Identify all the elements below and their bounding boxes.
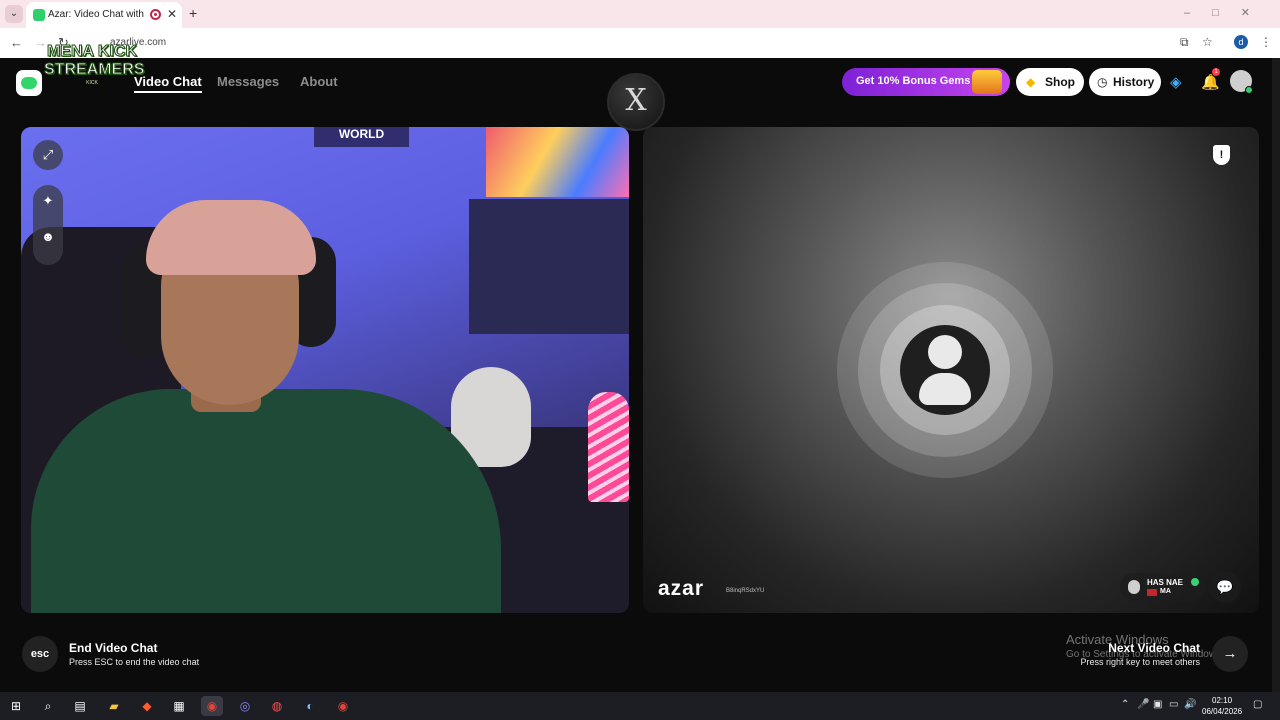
network-icon[interactable]: ▭ bbox=[1169, 699, 1178, 710]
chrome-icon[interactable]: ◉ bbox=[201, 696, 223, 716]
calendar-app-icon[interactable]: ▦ bbox=[168, 696, 190, 716]
watermark-small: KICK bbox=[86, 80, 98, 86]
gems-balance-icon[interactable]: ◈ bbox=[1170, 73, 1182, 91]
azar-logo-icon[interactable] bbox=[16, 70, 42, 96]
watermark-line1: MENA KICK bbox=[46, 43, 138, 61]
address-bar[interactable]: ↻ azarlive.com bbox=[56, 32, 1226, 54]
shelf bbox=[469, 199, 629, 334]
watermark-line2: STREAMERS bbox=[44, 61, 145, 79]
camera-effects-toolbar: ✦ ☻ bbox=[33, 185, 63, 265]
new-tab-button[interactable]: + bbox=[189, 5, 197, 21]
online-status-dot bbox=[1245, 86, 1253, 94]
peer-name: HAS NAE bbox=[1147, 578, 1184, 587]
taskbar-time[interactable]: 02:10 bbox=[1212, 696, 1232, 705]
notification-center-icon[interactable]: ▢ bbox=[1253, 699, 1262, 710]
shop-button[interactable]: ◆ Shop bbox=[1016, 68, 1084, 96]
end-chat-button[interactable]: esc bbox=[22, 636, 58, 672]
taskbar-date[interactable]: 06/04/2026 bbox=[1202, 707, 1242, 716]
file-explorer-icon[interactable]: ▰ bbox=[103, 696, 125, 716]
browser-frame: ⌄ Azar: Video Chat with New ✕ + –□✕ ← → … bbox=[0, 0, 1280, 58]
streamer-watermark: MENA KICK STREAMERS KICK bbox=[44, 42, 145, 100]
pink-lamp bbox=[588, 392, 629, 502]
page-scrollbar[interactable] bbox=[1272, 58, 1280, 692]
cast-icon[interactable]: ⧉ bbox=[1180, 35, 1189, 50]
chat-bubble-icon[interactable]: 💬 bbox=[1209, 571, 1241, 603]
person-shirt bbox=[31, 389, 501, 613]
windows-start-icon[interactable]: ⊞ bbox=[5, 696, 27, 716]
magic-wand-icon[interactable]: ✦ bbox=[33, 193, 63, 209]
obs-app-icon[interactable]: ◎ bbox=[234, 696, 256, 716]
display-icon[interactable]: ▣ bbox=[1153, 699, 1162, 710]
wall-sign: WORLD bbox=[314, 127, 409, 147]
azar-favicon-icon bbox=[33, 9, 45, 21]
window-controls[interactable]: –□✕ bbox=[1184, 6, 1272, 19]
peer-info-card[interactable]: HAS NAE MA bbox=[1120, 573, 1205, 601]
nav-about[interactable]: About bbox=[300, 74, 338, 89]
user-silhouette-body bbox=[919, 373, 971, 405]
tab-title: Azar: Video Chat with New bbox=[48, 9, 144, 20]
chrome-profile-icon[interactable]: ◉ bbox=[332, 696, 354, 716]
nav-video-chat[interactable]: Video Chat bbox=[134, 74, 202, 93]
browser-toolbar: ← → ↻ azarlive.com ⧉ ☆ ⋮ bbox=[0, 28, 1280, 58]
browser-menu-icon[interactable]: ⋮ bbox=[1260, 35, 1272, 49]
end-chat-title: End Video Chat bbox=[69, 641, 158, 655]
tray-expand-icon[interactable]: ⌃ bbox=[1121, 699, 1129, 710]
tab-search-icon[interactable]: ⌄ bbox=[5, 5, 23, 23]
tab-close-icon[interactable]: ✕ bbox=[167, 7, 177, 21]
session-id: B8inqRSdxYU bbox=[726, 588, 765, 594]
peer-video-feed: ! azar B8inqRSdxYU HAS NAE MA 💬 bbox=[643, 127, 1259, 613]
country-flag-icon bbox=[1147, 589, 1157, 596]
person-cap bbox=[146, 200, 316, 275]
peer-person-icon bbox=[1128, 580, 1140, 594]
bookmark-star-icon[interactable]: ☆ bbox=[1202, 35, 1213, 49]
notification-badge: 1 bbox=[1212, 68, 1220, 76]
back-icon[interactable]: ← bbox=[10, 35, 23, 50]
gem-icon: ◆ bbox=[1026, 75, 1036, 89]
treasure-chest-icon bbox=[972, 70, 1002, 94]
self-video-feed: WORLD bbox=[21, 127, 629, 613]
microphone-icon[interactable]: 🎤 bbox=[1137, 699, 1149, 710]
bonus-gems-promo[interactable]: Get 10% Bonus Gems bbox=[842, 68, 1010, 96]
expand-icon[interactable]: ⤢ bbox=[33, 140, 63, 170]
recording-icon bbox=[150, 9, 161, 20]
streamer-x-logo: X bbox=[607, 73, 665, 131]
azar-app: Video Chat Messages About MENA KICK STRE… bbox=[0, 43, 1280, 692]
promo-text: Get 10% Bonus Gems bbox=[856, 75, 971, 87]
history-button[interactable]: ◷ History bbox=[1089, 68, 1161, 96]
peer-country: MA bbox=[1160, 588, 1171, 595]
brave-browser-icon[interactable]: ◆ bbox=[136, 696, 158, 716]
browser-tab[interactable]: Azar: Video Chat with New ✕ bbox=[26, 2, 182, 28]
clock-icon: ◷ bbox=[1097, 75, 1108, 89]
verified-badge-icon bbox=[1191, 578, 1199, 586]
wall-poster bbox=[486, 127, 629, 197]
nav-messages[interactable]: Messages bbox=[217, 74, 279, 89]
shop-label: Shop bbox=[1045, 75, 1075, 89]
steam-icon[interactable]: ◐ bbox=[299, 696, 321, 716]
x-logo-letter: X bbox=[625, 83, 647, 118]
user-silhouette-icon bbox=[928, 335, 962, 369]
task-view-icon[interactable]: ▤ bbox=[69, 696, 91, 716]
browser-profile-avatar[interactable]: d bbox=[1234, 35, 1248, 49]
tab-strip: ⌄ Azar: Video Chat with New ✕ + –□✕ bbox=[0, 0, 1280, 28]
face-sticker-icon[interactable]: ☻ bbox=[33, 229, 63, 244]
end-chat-hint: Press ESC to end the video chat bbox=[69, 657, 200, 667]
media-app-icon[interactable]: ◍ bbox=[266, 696, 288, 716]
history-label: History bbox=[1113, 75, 1155, 89]
volume-icon[interactable]: 🔊 bbox=[1184, 699, 1196, 710]
report-shield-icon[interactable]: ! bbox=[1213, 145, 1230, 165]
search-icon[interactable]: ⌕ bbox=[37, 696, 59, 716]
windows-taskbar: ⊞ ⌕ ▤ ▰ ◆ ▦ ◉ ◎ ◍ ◐ ◉ ⌃ 🎤 ▣ ▭ 🔊 02:10 06… bbox=[0, 692, 1280, 720]
next-chat-hint: Press right key to meet others bbox=[1080, 657, 1200, 667]
next-chat-arrow-icon[interactable]: → bbox=[1212, 636, 1248, 672]
next-chat-title: Next Video Chat bbox=[1108, 641, 1200, 655]
azar-brand-mark: azar bbox=[658, 577, 705, 600]
